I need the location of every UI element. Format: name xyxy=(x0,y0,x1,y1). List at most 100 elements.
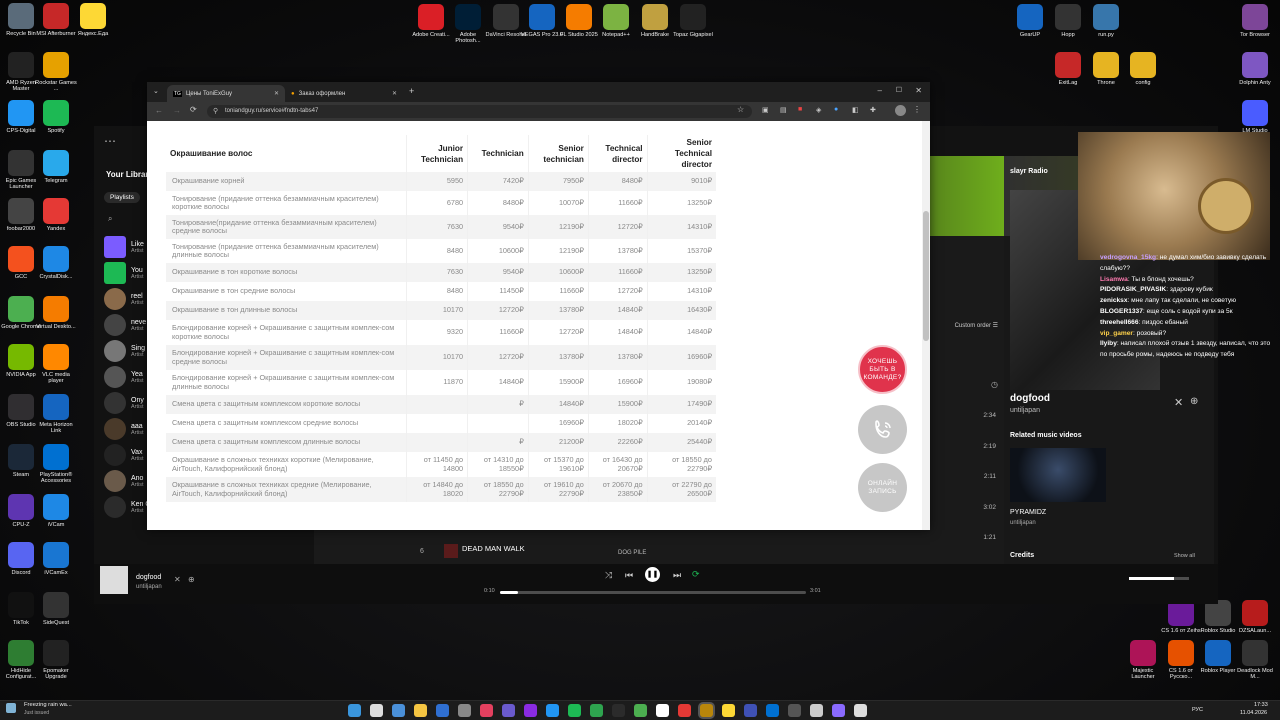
library-item[interactable]: You Artist xyxy=(104,262,144,284)
taskbar-app-icon[interactable] xyxy=(414,704,427,717)
close-tab-icon[interactable]: ✕ xyxy=(274,90,279,97)
chat-username[interactable]: threehell666 xyxy=(1100,319,1138,326)
chat-username[interactable]: Ilyiby xyxy=(1100,340,1117,347)
bar-track-artist[interactable]: untiljapan xyxy=(136,584,162,590)
taskbar-app-icon[interactable] xyxy=(568,704,581,717)
desktop-icon[interactable]: Meta Horizon Link xyxy=(35,394,77,435)
desktop-icon[interactable]: Majestic Launcher xyxy=(1122,640,1164,681)
desktop-icon[interactable]: Spotify xyxy=(35,100,77,134)
new-tab-icon[interactable]: + xyxy=(409,86,414,96)
taskbar-app-icon[interactable] xyxy=(436,704,449,717)
weather-text[interactable]: Freezing rain wa... xyxy=(24,702,72,708)
taskbar-app-icon[interactable] xyxy=(612,704,625,717)
desktop-icon[interactable]: VEGAS Pro 23.0 xyxy=(521,4,563,38)
chat-username[interactable]: PIDORASIK_PIVASIK xyxy=(1100,286,1166,293)
desktop-icon[interactable]: Deadlock Mod M... xyxy=(1234,640,1276,681)
extension-icon[interactable]: ● xyxy=(834,106,838,113)
extension-icon[interactable]: ◧ xyxy=(852,106,859,114)
library-item[interactable]: Like Artist xyxy=(104,236,144,258)
extension-icon[interactable]: ▤ xyxy=(780,106,787,114)
desktop-icon[interactable]: CrystalDisk... xyxy=(35,246,77,280)
desktop-icon[interactable]: Tor Browser xyxy=(1234,4,1276,38)
desktop-icon[interactable]: Virtual Deskto... xyxy=(35,296,77,330)
site-info-icon[interactable]: ⚲ xyxy=(213,105,218,118)
add-to-library-icon[interactable]: ⊕ xyxy=(188,575,195,584)
call-button[interactable] xyxy=(858,405,907,454)
library-item[interactable]: Vax Artist xyxy=(104,444,144,466)
taskbar-app-icon[interactable] xyxy=(458,704,471,717)
tab-search-icon[interactable]: ⌄ xyxy=(153,87,159,95)
desktop-icon[interactable]: CS 1.6 от Русско... xyxy=(1160,640,1202,681)
progress-track[interactable] xyxy=(500,591,806,594)
library-item[interactable]: aaa Artist xyxy=(104,418,144,440)
online-booking-button[interactable]: ОНЛАЙН ЗАПИСЬ xyxy=(858,463,907,512)
track-title[interactable]: DEAD MAN WALK xyxy=(462,544,525,553)
repeat-icon[interactable]: ⟳ xyxy=(692,569,700,580)
close-icon[interactable]: ✕ xyxy=(1174,396,1183,409)
taskbar-app-icon[interactable] xyxy=(392,704,405,717)
tab-order[interactable]: ● Заказ оформлен ✕ xyxy=(285,85,403,102)
close-tab-icon[interactable]: ✕ xyxy=(392,90,397,97)
back-icon[interactable]: ← xyxy=(155,106,163,115)
desktop-icon[interactable]: MSI Afterburner xyxy=(35,3,77,37)
taskbar-app-icon[interactable] xyxy=(854,704,867,717)
desktop-icon[interactable]: iVCam xyxy=(35,494,77,528)
maximize-icon[interactable]: ☐ xyxy=(896,86,902,94)
desktop-icon[interactable]: ExitLag xyxy=(1047,52,1089,86)
desktop-icon[interactable]: Roblox Studio xyxy=(1197,600,1239,634)
desktop-icon[interactable]: Adobe Photosh... xyxy=(447,4,489,45)
previous-icon[interactable]: ⏮ xyxy=(625,570,633,581)
desktop-icon[interactable]: GearUP xyxy=(1009,4,1051,38)
desktop-icon[interactable]: FL Studio 2025 xyxy=(558,4,600,38)
extension-icon[interactable]: ■ xyxy=(798,106,802,113)
language-indicator[interactable]: РУС xyxy=(1192,707,1203,713)
taskbar-app-icon[interactable] xyxy=(722,704,735,717)
desktop-icon[interactable]: CS 1.6 от Zeihs xyxy=(1160,600,1202,634)
desktop-icon[interactable]: Throne xyxy=(1085,52,1127,86)
library-item[interactable]: Ano Artist xyxy=(104,470,144,492)
taskbar-app-icon[interactable] xyxy=(832,704,845,717)
desktop-icon[interactable]: PlayStation® Accessories xyxy=(35,444,77,485)
desktop-icon[interactable]: Telegram xyxy=(35,150,77,184)
desktop-icon[interactable]: HandBrake xyxy=(634,4,676,38)
taskbar-app-icon[interactable] xyxy=(634,704,647,717)
reload-icon[interactable]: ⟳ xyxy=(190,105,197,114)
taskbar-app-icon[interactable] xyxy=(656,704,669,717)
next-icon[interactable]: ⏭ xyxy=(673,570,681,581)
desktop-icon[interactable]: Epomaker Upgrade xyxy=(35,640,77,681)
playlists-filter[interactable]: Playlists xyxy=(104,192,140,203)
forward-icon[interactable]: → xyxy=(173,106,181,115)
tab-prices[interactable]: TG Цены ToniExGuy ✕ xyxy=(167,85,285,102)
desktop-icon[interactable]: Hopp xyxy=(1047,4,1089,38)
bookmark-star-icon[interactable]: ☆ xyxy=(737,105,744,114)
taskbar-app-icon[interactable] xyxy=(590,704,603,717)
shuffle-icon[interactable]: ⤨ xyxy=(605,570,612,581)
custom-order[interactable]: Custom order ☰ xyxy=(955,322,998,329)
np-track-artist[interactable]: untiljapan xyxy=(1010,407,1040,414)
related-artist[interactable]: untiljapan xyxy=(1010,520,1036,526)
extension-icon[interactable]: ◈ xyxy=(816,106,821,114)
more-icon[interactable]: ⋯ xyxy=(104,134,116,148)
taskbar-app-icon[interactable] xyxy=(502,704,515,717)
desktop-icon[interactable]: Яндекс.Еда xyxy=(72,3,114,37)
remove-icon[interactable]: ✕ xyxy=(174,575,181,584)
clock-date[interactable]: 11.04.2026 xyxy=(1240,710,1267,716)
desktop-icon[interactable]: Adobe Creati... xyxy=(410,4,452,38)
taskbar-app-icon[interactable] xyxy=(744,704,757,717)
scroll-thumb[interactable] xyxy=(923,211,929,341)
desktop-icon[interactable]: Notepad++ xyxy=(595,4,637,38)
chat-username[interactable]: zenicksx xyxy=(1100,297,1128,304)
desktop-icon[interactable]: LM Studio xyxy=(1234,100,1276,134)
desktop-icon[interactable]: config xyxy=(1122,52,1164,86)
taskbar-app-icon[interactable] xyxy=(348,704,361,717)
track-album[interactable]: DOG PILE xyxy=(618,550,646,556)
desktop-icon[interactable]: VLC media player xyxy=(35,344,77,385)
chat-username[interactable]: vedrogovna_15kg xyxy=(1100,254,1156,261)
library-item[interactable]: Sing Artist xyxy=(104,340,145,362)
show-all-link[interactable]: Show all xyxy=(1174,553,1195,559)
desktop-icon[interactable]: Roblox Player xyxy=(1197,640,1239,674)
library-item[interactable]: neve Artist xyxy=(104,314,146,336)
chat-username[interactable]: BLOGER1337 xyxy=(1100,308,1143,315)
desktop-icon[interactable]: DZSALaun... xyxy=(1234,600,1276,634)
desktop-icon[interactable]: SideQuest xyxy=(35,592,77,626)
